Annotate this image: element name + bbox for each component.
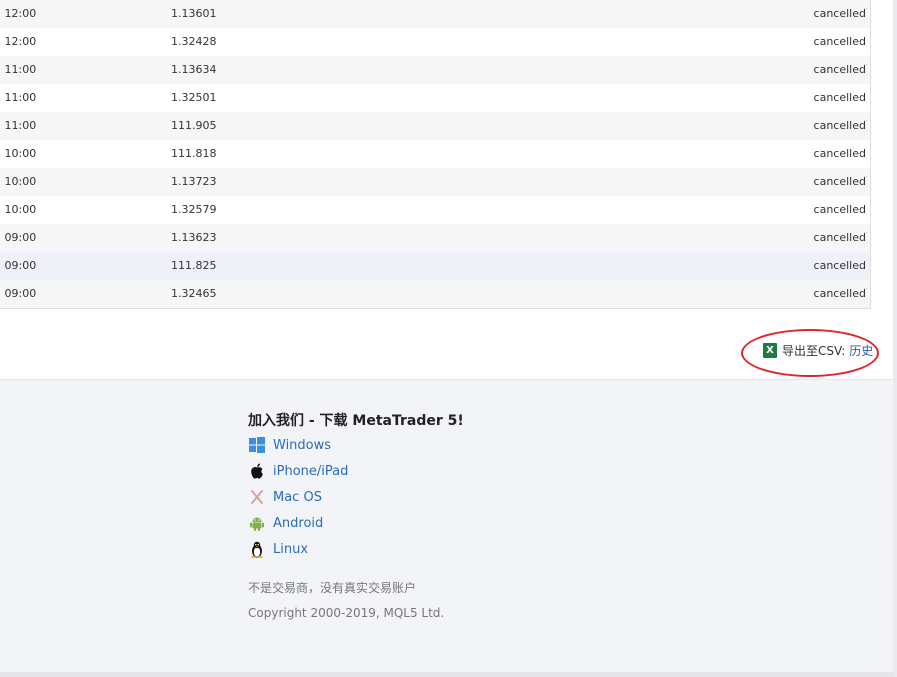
table-row[interactable]: 1 10:00 1.32579 cancelled: [0, 196, 870, 224]
footer-copyright: Copyright 2000-2019, MQL5 Ltd.: [248, 606, 445, 620]
cell-time: 1 11:00: [0, 119, 37, 132]
table-row[interactable]: 1 11:00 1.32501 cancelled: [0, 84, 870, 112]
cell-price: 1.13634: [171, 63, 217, 76]
cell-price: 111.818: [171, 147, 217, 160]
cell-status: cancelled: [813, 7, 866, 20]
cell-status: cancelled: [813, 259, 866, 272]
cell-price: 1.13623: [171, 231, 217, 244]
platform-label: Android: [273, 515, 324, 531]
apple-icon: [248, 463, 265, 480]
cell-status: cancelled: [813, 203, 866, 216]
orders-table: 1 12:00 1.13601 cancelled 1 12:00 1.3242…: [0, 0, 871, 309]
cell-price: 1.32428: [171, 35, 217, 48]
cell-price: 1.13723: [171, 175, 217, 188]
cell-status: cancelled: [813, 35, 866, 48]
platform-label: Windows: [273, 437, 332, 453]
cell-price: 1.32465: [171, 287, 217, 300]
platform-link-android[interactable]: Android: [248, 513, 323, 533]
table-row[interactable]: 1 10:00 1.13723 cancelled: [0, 168, 870, 196]
cell-price: 111.825: [171, 259, 217, 272]
cell-price: 1.32579: [171, 203, 217, 216]
footer-title: 加入我们 - 下载 MetaTrader 5!: [248, 413, 464, 429]
macos-icon: [248, 489, 265, 506]
cell-status: cancelled: [813, 119, 866, 132]
table-row[interactable]: 1 11:00 111.905 cancelled: [0, 112, 870, 140]
cell-time: 1 10:00: [0, 175, 37, 188]
windows-icon: [248, 437, 265, 454]
cell-time: 1 09:00: [0, 259, 37, 272]
export-history-link[interactable]: 历史: [849, 342, 873, 359]
table-row[interactable]: 1 09:00 111.825 cancelled: [0, 252, 870, 280]
platform-link-iphone-ipad[interactable]: iPhone/iPad: [248, 461, 348, 481]
android-icon: [248, 515, 265, 532]
cell-time: 1 12:00: [0, 7, 37, 20]
table-row[interactable]: 1 09:00 1.13623 cancelled: [0, 224, 870, 252]
platform-link-linux[interactable]: Linux: [248, 539, 308, 559]
platform-label: iPhone/iPad: [273, 463, 349, 479]
export-csv-label: 导出至CSV:: [782, 343, 846, 358]
linux-icon: [248, 541, 265, 558]
cell-time: 1 11:00: [0, 63, 37, 76]
cell-price: 111.905: [171, 119, 217, 132]
cell-status: cancelled: [813, 63, 866, 76]
cell-status: cancelled: [813, 231, 866, 244]
page-right-border: [893, 0, 897, 677]
export-csv: X 导出至CSV: 历史: [763, 341, 873, 359]
cell-status: cancelled: [813, 287, 866, 300]
platform-link-windows[interactable]: Windows: [248, 435, 331, 455]
cell-time: 1 12:00: [0, 35, 37, 48]
table-row[interactable]: 1 12:00 1.13601 cancelled: [0, 0, 870, 28]
platform-label: Linux: [273, 541, 309, 557]
footer-disclaimer: 不是交易商，没有真实交易账户: [248, 581, 417, 595]
footer-bottom-border: [0, 672, 893, 677]
cell-status: cancelled: [813, 91, 866, 104]
table-row[interactable]: 1 09:00 1.32465 cancelled: [0, 280, 870, 308]
cell-status: cancelled: [813, 175, 866, 188]
excel-icon[interactable]: X: [763, 342, 777, 358]
platform-link-macos[interactable]: Mac OS: [248, 487, 322, 507]
cell-time: 1 10:00: [0, 203, 37, 216]
cell-time: 1 10:00: [0, 147, 37, 160]
table-row[interactable]: 1 12:00 1.32428 cancelled: [0, 28, 870, 56]
cell-time: 1 09:00: [0, 231, 37, 244]
cell-status: cancelled: [813, 147, 866, 160]
cell-time: 1 11:00: [0, 91, 37, 104]
table-row[interactable]: 1 11:00 1.13634 cancelled: [0, 56, 870, 84]
platform-label: Mac OS: [273, 489, 322, 505]
cell-time: 1 09:00: [0, 287, 37, 300]
table-row[interactable]: 1 10:00 111.818 cancelled: [0, 140, 870, 168]
cell-price: 1.13601: [171, 7, 217, 20]
cell-price: 1.32501: [171, 91, 217, 104]
